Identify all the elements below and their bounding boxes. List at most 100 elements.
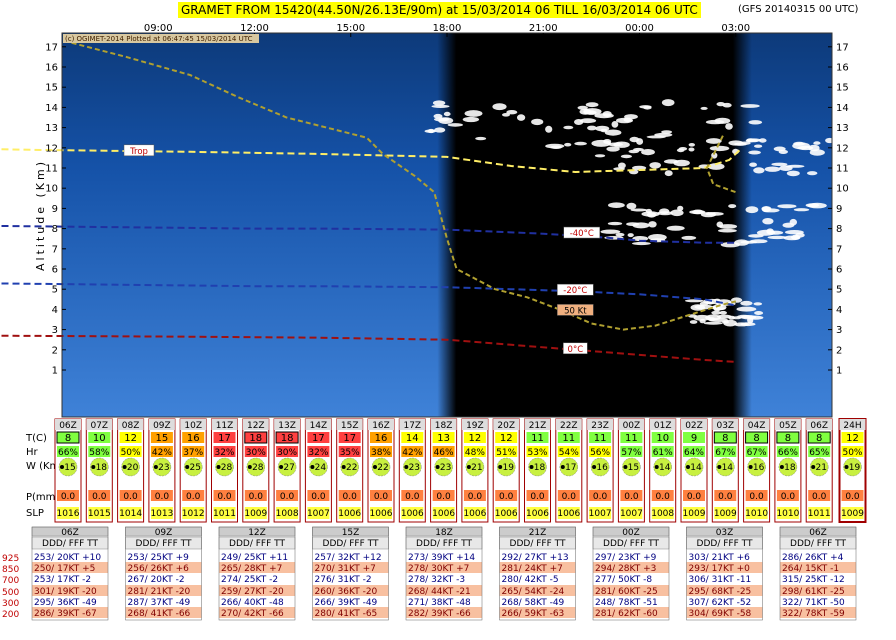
wind-row: 287/ 37KT -49 <box>128 598 191 608</box>
y-tick-label: 15 <box>836 83 849 94</box>
wind-value: 16 <box>753 463 765 473</box>
hour-label: 09Z <box>153 421 171 431</box>
slp-value: 1011 <box>213 509 236 519</box>
cloud-puff <box>722 102 732 108</box>
isotherm-label: 0°C <box>568 345 584 355</box>
cloud-puff <box>677 205 684 212</box>
cloud-puff <box>793 208 810 212</box>
level-label: 300 <box>2 599 19 609</box>
cloud-puff <box>643 105 652 110</box>
chart-title: GRAMET FROM 15420(44.50N/26.13E/90m) at … <box>178 2 701 18</box>
y-tick-label: 10 <box>45 184 58 195</box>
cloud-puff <box>434 127 446 133</box>
y-tick-label: 16 <box>45 63 58 74</box>
hour-label: 14Z <box>310 421 328 431</box>
wind-row: 264/ 15KT -1 <box>782 564 839 574</box>
y-tick-label: 9 <box>836 204 842 215</box>
hour-label: 02Z <box>685 421 703 431</box>
wind-value: 15 <box>64 463 75 473</box>
hour-column: 12Z 18 30% 28 0.0 1009 <box>242 418 270 523</box>
cloud-puff <box>762 218 774 225</box>
cloud-puff <box>661 130 673 134</box>
temp-value: 16 <box>187 433 200 444</box>
cloud-puff <box>666 225 685 231</box>
hr-value: 57% <box>621 448 641 458</box>
hr-value: 58% <box>89 448 109 458</box>
summary-column: 24H 12 50% 19 0.0 1009 <box>838 418 867 523</box>
cloud-puff <box>594 154 606 158</box>
hour-label: 07Z <box>90 421 108 431</box>
cloud-puff <box>654 132 673 137</box>
y-tick-label: 15 <box>45 83 58 94</box>
cloud-puff <box>689 320 698 324</box>
cloud-puff <box>793 141 805 146</box>
slp-value: 1006 <box>370 509 393 519</box>
cloud-puff <box>661 99 675 107</box>
credit-text: (c) OGIMET-2014 Plotted at 06:47:45 15/0… <box>65 35 253 43</box>
hour-label: 05Z <box>779 421 797 431</box>
cloud-puff <box>807 171 818 176</box>
wind-value: 28 <box>252 463 264 473</box>
block-time: 03Z <box>716 528 734 538</box>
wind-row: 270/ 31KT +7 <box>315 564 376 574</box>
block-header: DDD/ FFF TT <box>416 539 472 549</box>
cloud-puff <box>779 165 793 172</box>
hour-label: 11Z <box>216 421 234 431</box>
cloud-puff <box>587 125 597 131</box>
block-time: 12Z <box>248 528 266 538</box>
hr-value: 30% <box>277 448 297 458</box>
y-tick-label: 3 <box>836 325 842 336</box>
wind-row: 266/ 39KT -49 <box>315 598 378 608</box>
hr-value: 65% <box>809 448 829 458</box>
hour-column: 11Z 17 32% 28 0.0 1011 <box>211 418 238 523</box>
precip-value: 0.0 <box>155 492 170 502</box>
wind-row: 303/ 21KT +6 <box>689 553 751 563</box>
isotherm-label: -40°C <box>570 229 594 239</box>
block-time: 18Z <box>435 528 453 538</box>
tropopause-label: Trop <box>129 147 148 157</box>
wind-row: 268/ 41KT -66 <box>128 609 191 619</box>
hr-value: 30% <box>246 448 266 458</box>
upper-winds-table: 92585070050030020006ZDDD/ FFF TT253/ 20K… <box>2 526 857 621</box>
slp-value: 1006 <box>526 509 549 519</box>
cloud-puff <box>703 321 723 325</box>
wind-row: 293/ 17KT +0 <box>689 564 751 574</box>
cloud-puff <box>648 221 657 228</box>
cloud-puff <box>786 170 800 177</box>
slp-value: 1010 <box>745 509 768 519</box>
y-tick-label: 8 <box>52 224 58 235</box>
y-tick-label: 13 <box>836 123 849 134</box>
wind-row: 278/ 30KT +7 <box>408 564 469 574</box>
cloud-puff <box>777 204 797 209</box>
cloud-puff <box>579 118 597 124</box>
slp-value: 1008 <box>651 509 674 519</box>
y-tick-label: 14 <box>836 103 849 114</box>
wind-row: 276/ 31KT -2 <box>315 575 372 585</box>
y-tick-label: 17 <box>45 42 58 53</box>
hour-label: 23Z <box>591 421 609 431</box>
cloud-puff <box>705 212 724 216</box>
hr-value: 66% <box>58 448 78 458</box>
wind-value: 14 <box>722 463 734 473</box>
block-header: DDD/ FFF TT <box>229 539 285 549</box>
hour-column: 17Z 14 42% 23 0.0 1006 <box>398 418 426 523</box>
hour-label: 18Z <box>435 421 453 431</box>
temp-value: 11 <box>562 433 575 444</box>
level-label: 850 <box>2 565 19 575</box>
wind-row: 267/ 20KT -2 <box>128 575 185 585</box>
cloud-puff <box>627 233 634 238</box>
cloud-puff <box>434 117 450 122</box>
hour-column: 00Z 11 57% 15 0.0 1007 <box>617 418 645 523</box>
wind-value: 17 <box>565 463 576 473</box>
cloud-puff <box>574 141 587 146</box>
wind-row: 266/ 59KT -63 <box>502 609 565 619</box>
wind-row: 306/ 31KT -11 <box>689 575 752 585</box>
cloud-puff <box>754 144 763 148</box>
hour-label: 12Z <box>247 421 265 431</box>
wind-row: 295/ 68KT -25 <box>689 587 752 597</box>
hr-value: 32% <box>308 448 328 458</box>
isotherm-label: -20°C <box>563 286 587 296</box>
cloud-puff <box>753 167 765 174</box>
wind-value: 15 <box>628 463 639 473</box>
temp-value: 12 <box>124 433 137 444</box>
